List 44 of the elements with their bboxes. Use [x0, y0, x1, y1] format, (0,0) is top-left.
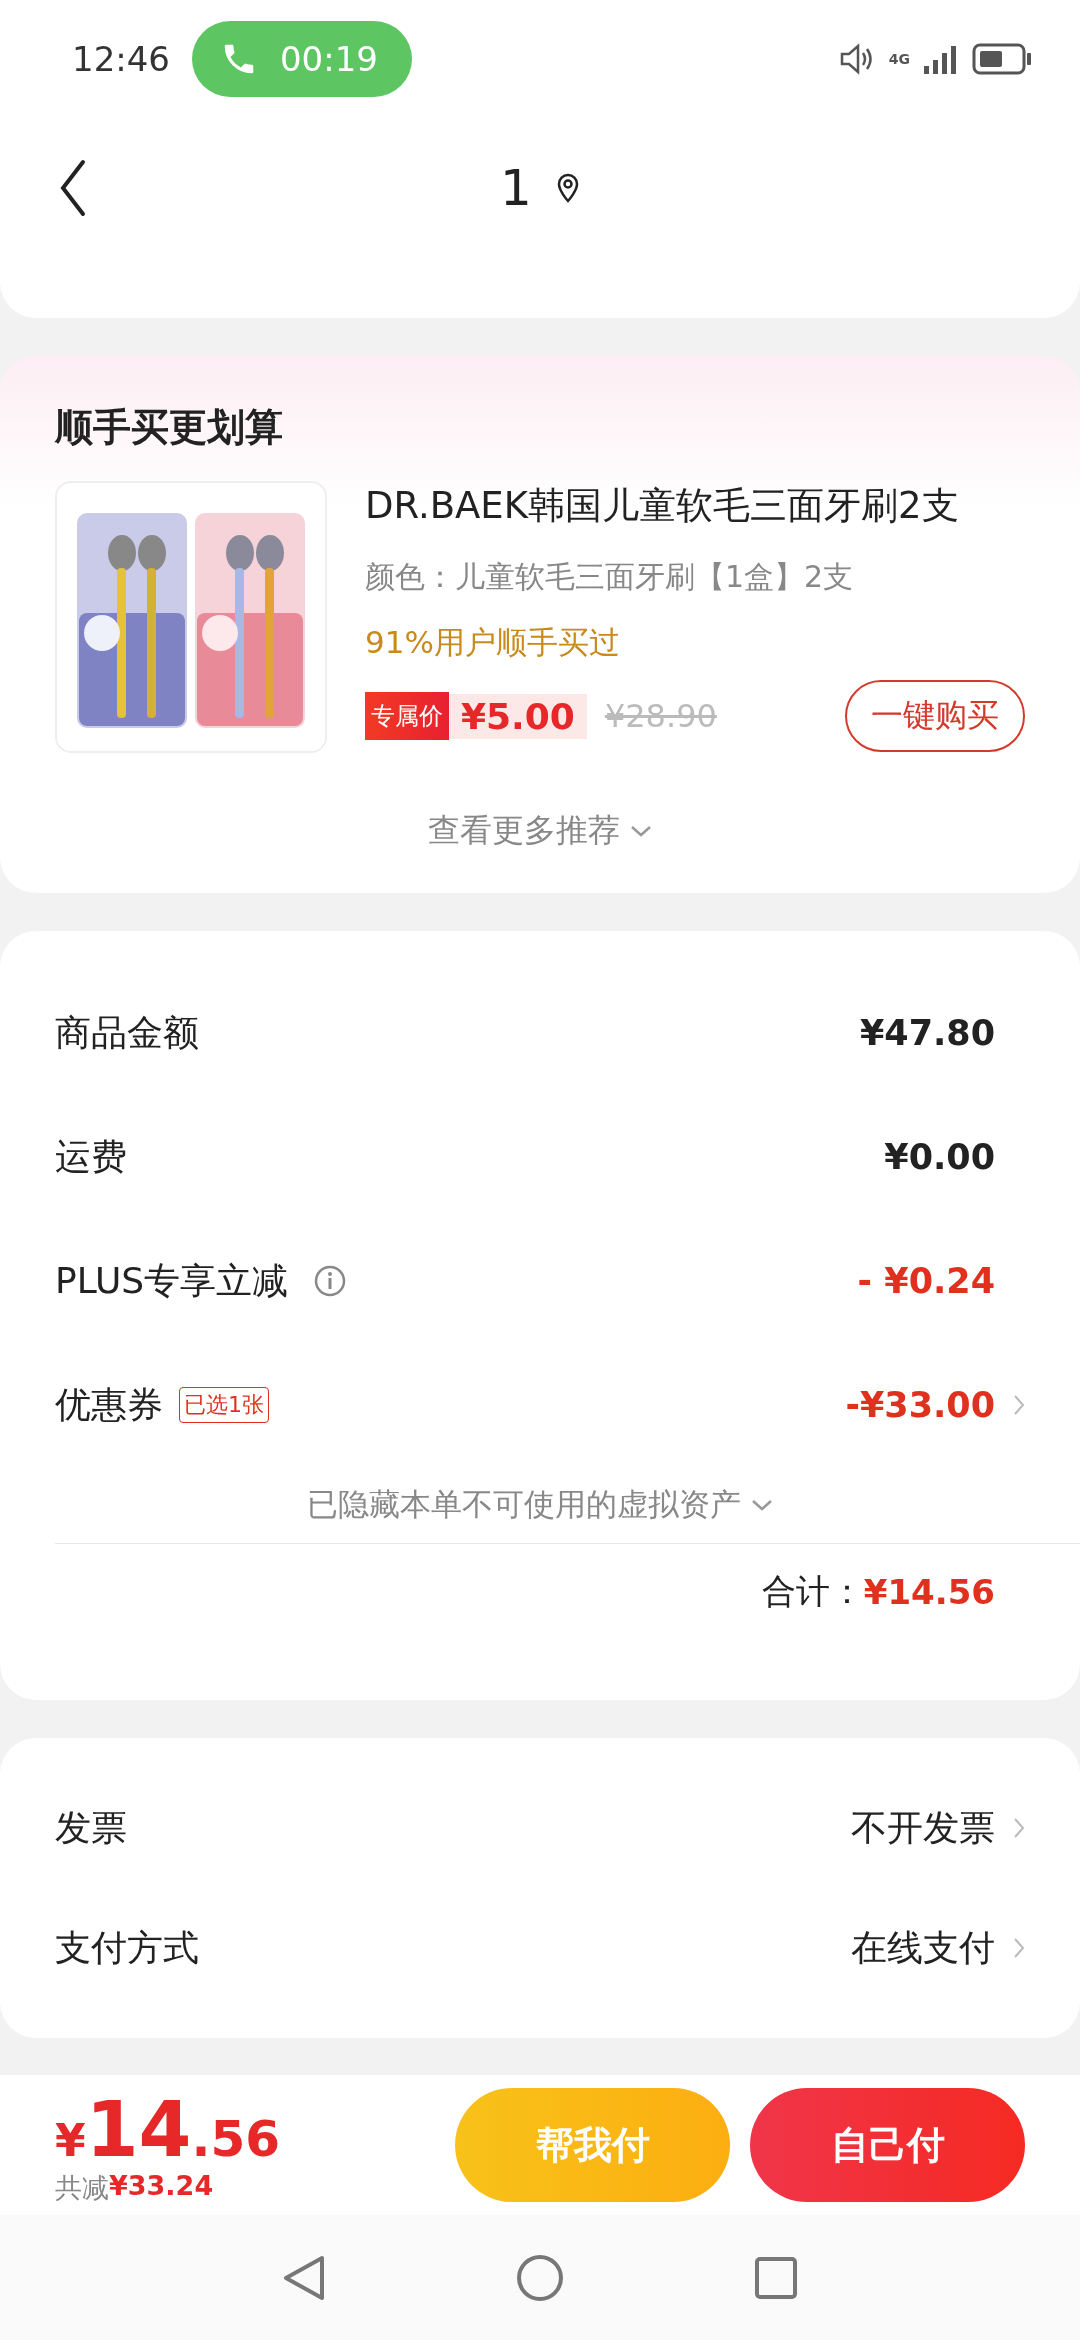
option-label: 支付方式 [55, 1925, 199, 1970]
product-price: ¥5.00 [449, 693, 587, 739]
row-value: ¥47.80 [859, 1013, 995, 1053]
location-pin-icon [555, 173, 580, 203]
network-label: 4G [888, 52, 910, 66]
status-time: 12:46 [72, 39, 170, 79]
home-nav-icon[interactable] [516, 2253, 564, 2302]
page-title: 1 [500, 159, 532, 217]
total-label: 合计： [761, 1570, 864, 1613]
row-label: 商品金额 [55, 1010, 199, 1055]
row-value: - ¥0.24 [857, 1261, 995, 1301]
price-tag: 专属价 [365, 692, 449, 740]
volume-icon [838, 43, 875, 75]
product-variant: 颜色：儿童软毛三面牙刷【1盒】2支 [365, 558, 855, 596]
info-icon[interactable] [314, 1265, 347, 1297]
row-label: PLUS专享立减 [55, 1258, 289, 1303]
coupon-tag: 已选1张 [179, 1387, 269, 1423]
row-label: 优惠券 [55, 1382, 163, 1427]
chevron-down-icon [751, 1499, 773, 1511]
call-timer: 00:19 [280, 39, 378, 79]
battery-icon [972, 43, 1032, 75]
total-value: ¥14.56 [863, 1572, 995, 1612]
option-value[interactable]: 不开发票 [851, 1803, 995, 1853]
row-value: -¥33.00 [845, 1385, 995, 1425]
option-label: 发票 [55, 1805, 127, 1850]
back-icon[interactable] [60, 159, 86, 217]
hidden-assets-note[interactable]: 已隐藏本单不可使用的虚拟资产 [307, 1484, 741, 1526]
chevron-down-icon [630, 825, 652, 837]
row-label: 运费 [55, 1134, 127, 1179]
chevron-right-icon [1013, 1816, 1025, 1840]
buy-button[interactable]: 一键购买 [845, 680, 1025, 752]
call-pill[interactable]: 00:19 [192, 21, 412, 97]
chevron-right-icon [1013, 1936, 1025, 1960]
product-name[interactable]: DR.BAEK韩国儿童软毛三面牙刷2支 [365, 481, 1025, 531]
section-title: 顺手买更划算 [55, 404, 284, 451]
pay-button[interactable]: 自己付 [750, 2088, 1025, 2202]
recents-nav-icon[interactable] [754, 2255, 798, 2300]
original-price: ¥28.90 [604, 697, 717, 735]
signal-icon [924, 44, 958, 74]
more-link[interactable]: 查看更多推荐 [428, 809, 620, 853]
option-value[interactable]: 在线支付 [851, 1923, 995, 1973]
purchase-stat: 91%用户顺手买过 [365, 623, 621, 662]
back-nav-icon[interactable] [282, 2253, 326, 2302]
row-value: ¥0.00 [884, 1137, 995, 1177]
